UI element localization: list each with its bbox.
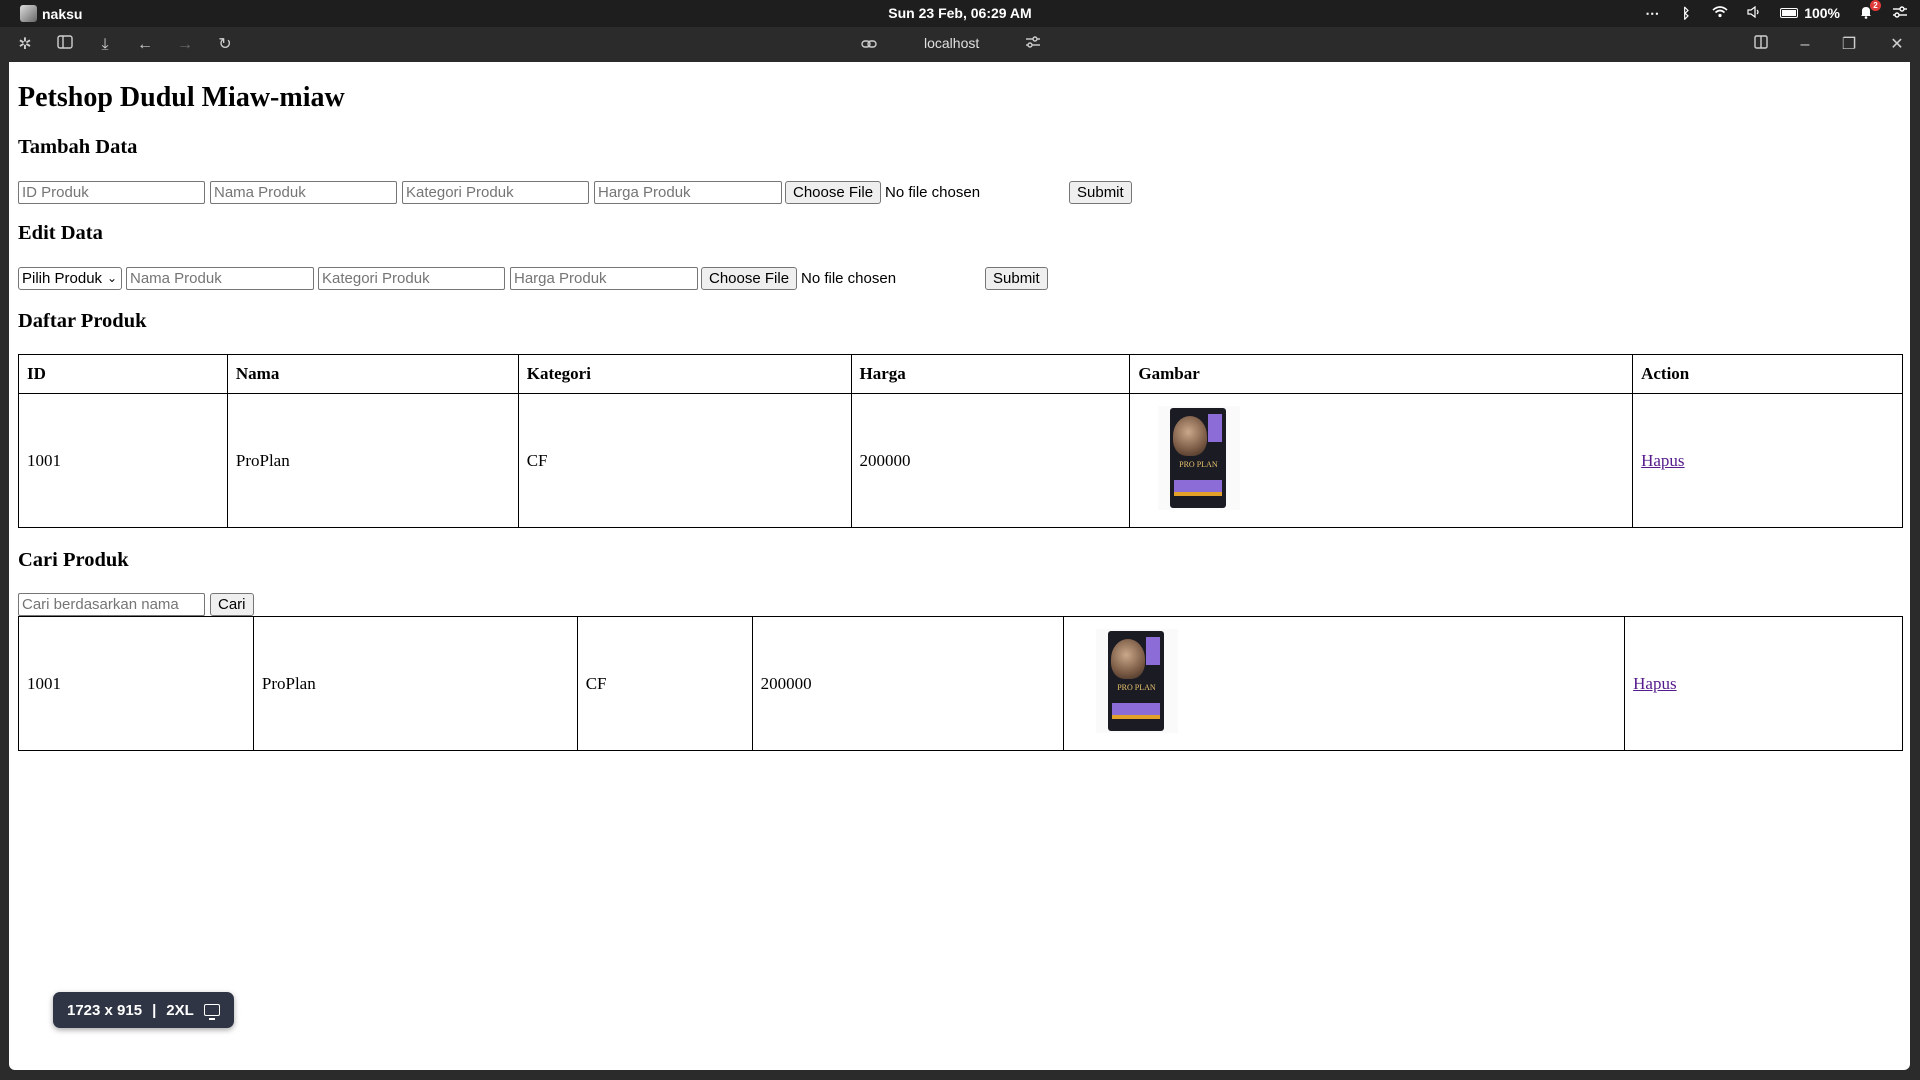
download-icon[interactable]: ⤓ [94,34,116,56]
minimize-icon[interactable]: – [1794,34,1816,56]
cari-input[interactable] [18,593,205,616]
table-header-row: ID Nama Kategori Harga Gambar Action [18,354,1903,394]
volume-icon[interactable] [1746,5,1762,21]
kategori-produk-input[interactable] [402,181,589,204]
close-icon[interactable]: ✕ [1886,34,1908,56]
edit-nama-input[interactable] [126,267,314,290]
cell-gambar: PRO PLAN [1129,393,1634,528]
cell-action: Hapus [1624,616,1903,751]
cell-harga: 200000 [751,616,1065,751]
web-page: Petshop Dudul Miaw-miaw Tambah Data Choo… [9,62,1910,1070]
more-icon[interactable]: ⋯ [1644,5,1660,22]
tambah-heading: Tambah Data [18,136,138,158]
column-header: Nama [226,354,519,394]
cell-nama: ProPlan [226,393,519,528]
harga-produk-input[interactable] [594,181,782,204]
cari-heading: Cari Produk [18,549,129,571]
os-top-bar: naksu Sun 23 Feb, 06:29 AM ⋯ ᛒ 100% 2 [0,0,1920,27]
choose-file-button[interactable]: Choose File [785,181,882,204]
column-header: Action [1632,354,1903,394]
chevron-down-icon: ⌄ [106,271,117,285]
select-value: Pilih Produk [22,270,103,287]
tambah-submit-button[interactable]: Submit [1069,181,1132,204]
browser-toolbar: ✲ ⤓ ← → ↻ localhost – ❐ ✕ [0,27,1920,62]
notification-badge: 2 [1870,0,1881,11]
hapus-link[interactable]: Hapus [1633,674,1676,693]
battery-icon[interactable] [1780,8,1799,18]
bluetooth-icon[interactable]: ᛒ [1678,5,1694,21]
wifi-icon[interactable] [1712,5,1728,21]
viewport-dimensions: 1723 x 915 [67,1001,143,1019]
daftar-table: ID Nama Kategori Harga Gambar Action 100… [18,354,1903,528]
back-icon[interactable]: ← [134,34,156,56]
cell-gambar: PRO PLAN [1063,616,1626,751]
bell-icon[interactable]: 2 [1858,0,1881,22]
cari-button[interactable]: Cari [210,593,254,616]
os-clock[interactable]: Sun 23 Feb, 06:29 AM [0,5,1920,21]
extensions-icon[interactable]: ✲ [14,34,36,56]
edit-heading: Edit Data [18,222,103,244]
daftar-heading: Daftar Produk [18,310,147,332]
viewport-size-badge[interactable]: 1723 x 915 | 2XL [53,992,234,1028]
edit-file-status: No file chosen [801,270,897,287]
column-header: Kategori [517,354,852,394]
monitor-icon [203,1004,220,1020]
column-header: ID [18,354,228,394]
page-title: Petshop Dudul Miaw-miaw [18,82,345,113]
cell-action: Hapus [1632,393,1903,528]
maximize-icon[interactable]: ❐ [1838,34,1860,56]
pilih-produk-select[interactable]: Pilih Produk ⌄ [18,267,122,290]
table-row: 1001 ProPlan CF 200000 PRO PLAN Hapus [18,616,1903,751]
column-header: Gambar [1129,354,1634,394]
table-row: 1001 ProPlan CF 200000 PRO PLAN Hapus [18,393,1903,528]
cell-kategori: CF [576,616,753,751]
nama-produk-input[interactable] [210,181,397,204]
cell-id: 1001 [18,393,228,528]
sidebar-toggle-icon[interactable] [54,34,76,56]
cell-harga: 200000 [850,393,1131,528]
forward-icon[interactable]: → [174,34,196,56]
settings-icon[interactable] [1892,5,1908,22]
split-view-icon[interactable] [1750,34,1772,56]
reload-icon[interactable]: ↻ [214,34,236,56]
product-image: PRO PLAN [1158,406,1241,510]
cell-kategori: CF [517,393,852,528]
battery-percent: 100% [1804,5,1840,21]
cari-results-table: 1001 ProPlan CF 200000 PRO PLAN Hapus [18,616,1903,751]
column-header: Harga [850,354,1131,394]
file-status: No file chosen [885,184,981,201]
edit-choose-file-button[interactable]: Choose File [701,267,798,290]
hapus-link[interactable]: Hapus [1641,451,1684,470]
address-bar[interactable]: localhost [924,35,979,51]
id-produk-input[interactable] [18,181,205,204]
cell-nama: ProPlan [252,616,578,751]
site-settings-icon[interactable] [1022,34,1044,56]
edit-submit-button[interactable]: Submit [985,267,1048,290]
badge-separator: | [152,1001,157,1019]
edit-kategori-input[interactable] [318,267,505,290]
viewport-breakpoint: 2XL [166,1001,194,1019]
link-icon[interactable] [858,34,880,56]
edit-harga-input[interactable] [510,267,698,290]
cell-id: 1001 [18,616,254,751]
product-image: PRO PLAN [1096,629,1179,733]
